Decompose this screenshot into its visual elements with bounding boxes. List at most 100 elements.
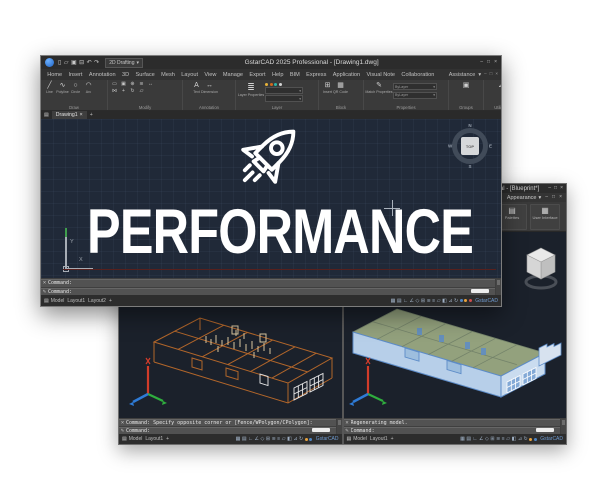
layout-tab[interactable]: Layout1 bbox=[67, 298, 85, 304]
group-label[interactable]: Block bbox=[319, 105, 363, 110]
match-properties-tool[interactable]: ✎ Match Properties bbox=[366, 81, 392, 94]
cloud-dot-icon[interactable] bbox=[460, 299, 463, 302]
lineweight-icon[interactable]: ≡ bbox=[502, 436, 505, 442]
ribbon-tab[interactable]: View bbox=[201, 70, 219, 80]
doc-maximize-button[interactable]: □ bbox=[552, 195, 555, 200]
command-options-button[interactable] bbox=[471, 289, 489, 293]
layout-tab[interactable]: + bbox=[109, 298, 112, 304]
snap-icon[interactable]: ▦ bbox=[236, 436, 241, 442]
group-label[interactable]: Annotation bbox=[183, 105, 235, 110]
isodraft-icon[interactable]: ◇ bbox=[485, 436, 489, 442]
new-file-icon[interactable]: ▯ bbox=[58, 59, 61, 66]
otrack-icon[interactable]: ≋ bbox=[496, 436, 500, 442]
doc-close-button[interactable]: × bbox=[559, 195, 562, 200]
transparency-icon[interactable]: ▱ bbox=[282, 436, 286, 442]
layout-tab[interactable]: + bbox=[166, 436, 169, 442]
dynamic-ucs-icon[interactable]: ↻ bbox=[524, 436, 528, 442]
ribbon-tab[interactable]: Application bbox=[330, 70, 364, 80]
color-dropdown[interactable]: ByLayer ▾ bbox=[393, 83, 437, 90]
close-icon[interactable]: ✕ bbox=[41, 280, 48, 286]
isodraft-icon[interactable]: ◇ bbox=[416, 298, 420, 304]
ribbon-tab[interactable]: Help bbox=[269, 70, 287, 80]
transparency-icon[interactable]: ▱ bbox=[506, 436, 510, 442]
layer-dropdown[interactable]: ▾ bbox=[265, 87, 303, 94]
notification-dot-icon[interactable] bbox=[305, 438, 308, 441]
layer-color-icon[interactable] bbox=[279, 83, 282, 86]
ribbon-tab[interactable]: Surface bbox=[132, 70, 158, 80]
layout-tab[interactable]: Layout2 bbox=[88, 298, 106, 304]
layout-tab[interactable]: + bbox=[391, 436, 394, 442]
command-scrollbar[interactable] bbox=[337, 419, 342, 434]
draw-tool[interactable]: ○ Circle bbox=[69, 81, 82, 94]
maximize-button[interactable]: □ bbox=[554, 186, 557, 191]
viewcube-east[interactable]: E bbox=[489, 144, 492, 149]
transparency-icon[interactable]: ▱ bbox=[437, 298, 441, 304]
ribbon-tab[interactable]: BIM bbox=[287, 70, 303, 80]
ribbon-tab[interactable]: Collaboration bbox=[398, 70, 437, 80]
minimize-button[interactable]: – bbox=[548, 186, 551, 191]
layout-tab[interactable]: Model bbox=[51, 298, 65, 304]
viewcube-north[interactable]: N bbox=[468, 123, 471, 128]
notification-dot-icon[interactable] bbox=[529, 438, 532, 441]
doc-close-button[interactable]: × bbox=[495, 72, 498, 77]
group-label[interactable]: Modify bbox=[108, 105, 182, 110]
isodraft-icon[interactable]: ◇ bbox=[261, 436, 265, 442]
3d-osnap-icon[interactable]: ⊿ bbox=[448, 298, 452, 304]
group-tool-icon[interactable]: ▣ bbox=[463, 81, 470, 90]
explode-tool[interactable]: ▣ bbox=[119, 81, 128, 88]
command-input-row[interactable]: ✎ Command: bbox=[119, 427, 336, 434]
ribbon-tab[interactable]: Annotation bbox=[86, 70, 119, 80]
menu-icon[interactable]: ▤ bbox=[347, 436, 352, 442]
cloud-dot-icon[interactable] bbox=[534, 438, 537, 441]
layout-tab[interactable]: Model bbox=[353, 436, 367, 442]
lineweight-icon[interactable]: ≡ bbox=[277, 436, 280, 442]
doc-maximize-button[interactable]: □ bbox=[490, 72, 493, 77]
snap-icon[interactable]: ▦ bbox=[460, 436, 465, 442]
3d-osnap-icon[interactable]: ⊿ bbox=[293, 436, 297, 442]
close-icon[interactable]: ✕ bbox=[119, 420, 126, 426]
new-document-button[interactable]: + bbox=[90, 112, 93, 118]
ribbon-tab[interactable]: 3D bbox=[119, 70, 133, 80]
close-icon[interactable]: ✕ bbox=[344, 420, 351, 426]
draw-tool[interactable]: ╱ Line bbox=[43, 81, 56, 94]
selection-cycling-icon[interactable]: ◧ bbox=[512, 436, 517, 442]
command-input-row[interactable]: ✎ Command: bbox=[344, 427, 561, 434]
assistance-menu[interactable]: Assistance ▾ – □ × bbox=[449, 72, 498, 78]
grid-icon[interactable]: ▤ bbox=[242, 436, 247, 442]
osnap-icon[interactable]: ⊞ bbox=[266, 436, 270, 442]
doc-minimize-button[interactable]: – bbox=[484, 72, 487, 77]
notification-dot-icon[interactable] bbox=[464, 299, 467, 302]
layer-properties-tool[interactable]: ≣ Layer Properties bbox=[238, 81, 264, 97]
mirror-tool[interactable]: ⋈ bbox=[110, 88, 119, 95]
close-button[interactable]: × bbox=[494, 60, 497, 65]
group-label[interactable]: Groups bbox=[449, 105, 483, 110]
block-tool[interactable]: ▦ QR Code bbox=[334, 81, 347, 94]
ribbon-tab[interactable]: Home bbox=[44, 70, 65, 80]
ribbon-tab[interactable]: Visual Note bbox=[363, 70, 398, 80]
redo-icon[interactable]: ↷ bbox=[94, 59, 99, 66]
otrack-icon[interactable]: ≋ bbox=[427, 298, 431, 304]
ribbon-tab[interactable]: Manage bbox=[220, 70, 247, 80]
viewcube-west[interactable]: W bbox=[448, 144, 452, 149]
rotate-tool[interactable]: ↻ bbox=[128, 88, 137, 95]
ortho-icon[interactable]: ∟ bbox=[403, 298, 408, 304]
layer-color-icon[interactable] bbox=[274, 83, 277, 86]
group-label[interactable]: Draw bbox=[41, 105, 107, 110]
layout-tab[interactable]: Layout1 bbox=[370, 436, 388, 442]
command-scrollbar[interactable] bbox=[496, 279, 501, 295]
layer-state-dropdown[interactable]: ▾ bbox=[265, 95, 303, 102]
lineweight-icon[interactable]: ≡ bbox=[432, 298, 435, 304]
grid-icon[interactable]: ▤ bbox=[466, 436, 471, 442]
otrack-icon[interactable]: ≋ bbox=[272, 436, 276, 442]
draw-tool[interactable]: ◠ Arc bbox=[82, 81, 95, 94]
grid-icon[interactable]: ▤ bbox=[397, 298, 402, 304]
layout-tab[interactable]: Layout1 bbox=[145, 436, 163, 442]
viewcube-2d[interactable]: N S W E TOP bbox=[447, 123, 493, 169]
viewcube-top-face[interactable]: TOP bbox=[461, 137, 479, 155]
selection-cycling-icon[interactable]: ◧ bbox=[442, 298, 447, 304]
group-label[interactable]: Utilities bbox=[484, 105, 501, 110]
ribbon-tab[interactable]: Mesh bbox=[158, 70, 178, 80]
ribbon-tab[interactable]: Insert bbox=[65, 70, 85, 80]
osnap-icon[interactable]: ⊞ bbox=[421, 298, 425, 304]
group-label[interactable]: Properties bbox=[364, 105, 448, 110]
